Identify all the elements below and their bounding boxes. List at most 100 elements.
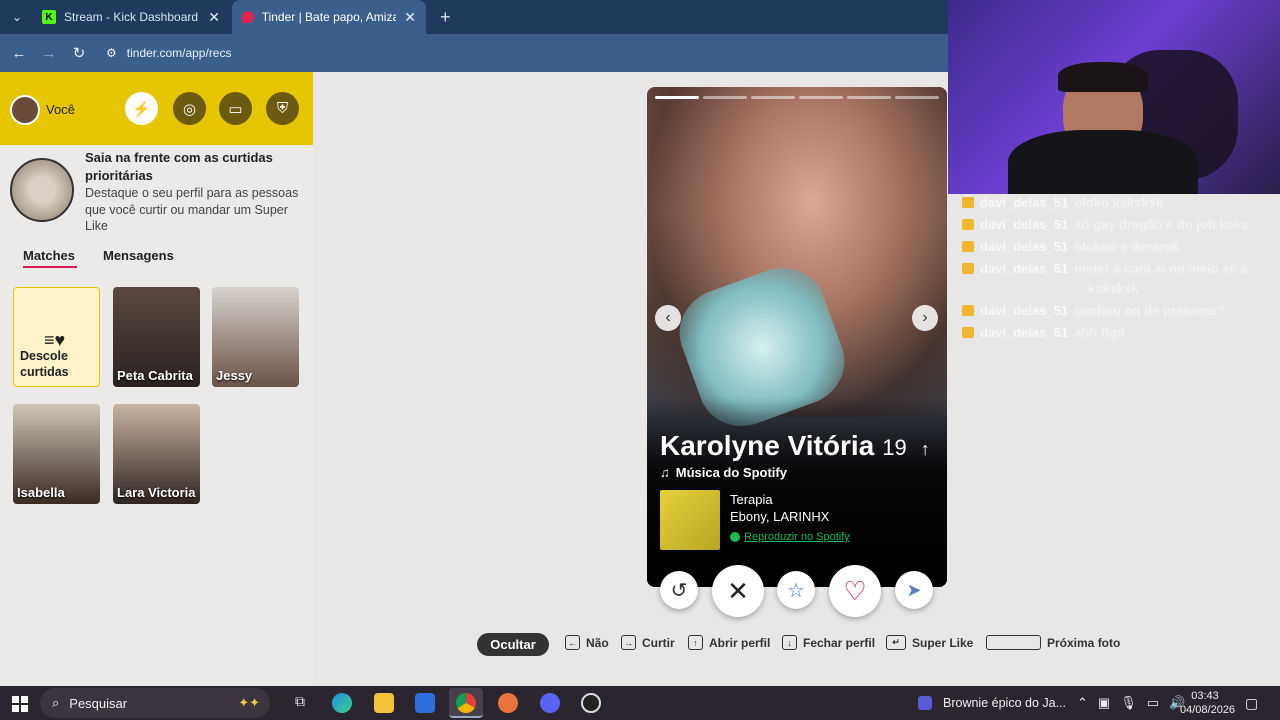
star-icon: ☆	[787, 579, 805, 602]
next-photo-icon[interactable]: ›	[912, 305, 938, 331]
chat-message: davi_delas_51 meter a cara ai no meio se …	[962, 261, 1248, 276]
space-key-icon	[986, 635, 1041, 650]
promo-avatar	[10, 158, 74, 222]
url-field[interactable]: ⚙ tinder.com/app/recs	[106, 46, 231, 60]
heart-icon: ♡	[843, 575, 867, 606]
arrow-left-key-icon: ←	[565, 635, 580, 650]
tab-kick[interactable]: K Stream - Kick Dashboard ✕	[32, 0, 230, 34]
kick-icon: K	[42, 10, 56, 24]
browser-tab-bar: ⌄ K Stream - Kick Dashboard ✕ Tinder | B…	[0, 0, 948, 34]
edge-icon[interactable]	[332, 693, 352, 713]
crown-badge-icon	[962, 305, 974, 316]
explore-icon[interactable]: ◎	[173, 92, 206, 125]
new-tab-button[interactable]: +	[430, 0, 454, 34]
super-like-button[interactable]: ☆	[777, 571, 815, 609]
spotify-play-link[interactable]: Reproduzir no Spotify	[730, 531, 850, 543]
tab-list-button[interactable]: ⌄	[2, 0, 30, 34]
media-app-icon	[918, 696, 932, 710]
chat-message: davi_delas_51 ahh tlgd	[962, 325, 1125, 340]
windows-start-icon[interactable]	[12, 696, 28, 712]
hint-super-like: ↵ Super Like	[886, 635, 973, 650]
obs-icon[interactable]	[581, 693, 601, 713]
chat-message: davi_delas_51 olokoo e dentrok	[962, 239, 1179, 254]
tinder-flame-icon	[242, 11, 254, 23]
hint-like: → Curtir	[621, 635, 675, 650]
music-note-icon: ♫	[660, 465, 670, 480]
chrome-icon	[456, 693, 476, 713]
hide-hints-button[interactable]: Ocultar	[477, 633, 549, 656]
profile-header: Karolyne Vitória 19 ↑	[660, 430, 930, 462]
discover-likes-card[interactable]: ≡♥ Descole curtidas	[13, 287, 100, 387]
tab-messages[interactable]: Mensagens	[103, 248, 174, 263]
boost-send-button[interactable]: ➤	[895, 571, 933, 609]
chrome-taskbar-button[interactable]	[449, 688, 483, 718]
tab-matches[interactable]: Matches	[23, 248, 75, 263]
song-title: Terapia	[730, 492, 773, 507]
album-cover	[660, 490, 720, 550]
system-tray[interactable]: ⌃ ▣ 🎙 ▭ 🔊	[1077, 695, 1185, 711]
search-icon: ⌕	[52, 695, 60, 710]
clock[interactable]: 03:43 04/08/2026	[1180, 689, 1235, 717]
tab-label: Tinder | Bate papo, Amizade, En	[261, 10, 397, 24]
chat-message: davi_delas_51 oloko ksksksk	[962, 195, 1163, 210]
photo-progress	[655, 96, 939, 99]
arrow-down-key-icon: ↓	[782, 635, 797, 650]
profile-label[interactable]: Você	[46, 102, 75, 117]
promo-text: Destaque o seu perfil para as pessoas qu…	[85, 186, 299, 233]
arrow-right-key-icon: →	[621, 635, 636, 650]
close-tab-icon[interactable]: ✕	[404, 9, 416, 26]
match-card[interactable]: Jessy	[212, 287, 299, 387]
copilot-sparkle-icon: ✦✦	[238, 695, 260, 710]
open-profile-icon[interactable]: ↑	[921, 439, 930, 460]
match-card[interactable]: Peta Cabrita	[113, 287, 200, 387]
song-artist: Ebony, LARINHX	[730, 509, 830, 524]
spotify-icon	[730, 532, 740, 542]
taskbar-search[interactable]: ⌕ Pesquisar ✦✦	[40, 688, 270, 718]
match-card[interactable]: Isabella	[13, 404, 100, 504]
microphone-icon[interactable]: 🎙	[1120, 695, 1137, 711]
avatar[interactable]	[10, 95, 40, 125]
reload-icon[interactable]: ↻	[64, 44, 94, 62]
url-text: tinder.com/app/recs	[126, 46, 232, 60]
boost-icon[interactable]: ⚡	[125, 92, 158, 125]
hint-no: ← Não	[565, 635, 609, 650]
close-tab-icon[interactable]: ✕	[208, 9, 220, 26]
shield-icon[interactable]: ⛨	[266, 92, 299, 125]
tray-app-icon[interactable]: ▣	[1098, 695, 1110, 711]
prev-photo-icon[interactable]: ‹	[655, 305, 681, 331]
tab-tinder[interactable]: Tinder | Bate papo, Amizade, En ✕	[232, 0, 426, 34]
site-settings-icon[interactable]: ⚙	[106, 46, 117, 60]
forward-icon[interactable]: →	[34, 45, 64, 62]
task-view-icon[interactable]: ⧉	[290, 693, 310, 713]
now-playing[interactable]: Brownie épico do Ja...	[943, 696, 1066, 710]
like-button[interactable]: ♡	[829, 565, 881, 617]
profile-name: Karolyne Vitória	[660, 430, 875, 461]
promo-title: Saia na frente com as curtidas prioritár…	[85, 150, 273, 183]
store-icon[interactable]	[415, 693, 435, 713]
chat-message-continued: ksksksk	[1088, 281, 1139, 296]
chevron-down-icon: ⌄	[12, 10, 23, 24]
crown-badge-icon	[962, 327, 974, 338]
chat-message: davi_delas_51 ganhou oq de presente?	[962, 303, 1225, 318]
enter-key-icon: ↵	[886, 635, 906, 650]
app-icon[interactable]	[498, 693, 518, 713]
address-bar: ← → ↻ ⚙ tinder.com/app/recs	[0, 34, 948, 72]
close-icon: ✕	[727, 575, 749, 606]
hint-next-photo: Próxima foto	[986, 635, 1120, 650]
file-explorer-icon[interactable]	[374, 693, 394, 713]
briefcase-icon[interactable]: ▭	[219, 92, 252, 125]
discord-icon[interactable]	[540, 693, 560, 713]
match-card[interactable]: Lara Victoria	[113, 404, 200, 504]
rewind-icon: ↺	[670, 579, 688, 602]
network-icon[interactable]: ▭	[1147, 695, 1159, 711]
rewind-button[interactable]: ↺	[660, 571, 698, 609]
chevron-up-icon[interactable]: ⌃	[1077, 695, 1088, 711]
crown-badge-icon	[962, 263, 974, 274]
tab-label: Stream - Kick Dashboard	[64, 10, 199, 24]
notifications-icon[interactable]: ▢	[1245, 695, 1258, 712]
spotify-label: ♫ Música do Spotify	[660, 465, 787, 480]
send-icon: ➤	[906, 579, 922, 600]
back-icon[interactable]: ←	[4, 45, 34, 62]
nope-button[interactable]: ✕	[712, 565, 764, 617]
crown-badge-icon	[962, 219, 974, 230]
